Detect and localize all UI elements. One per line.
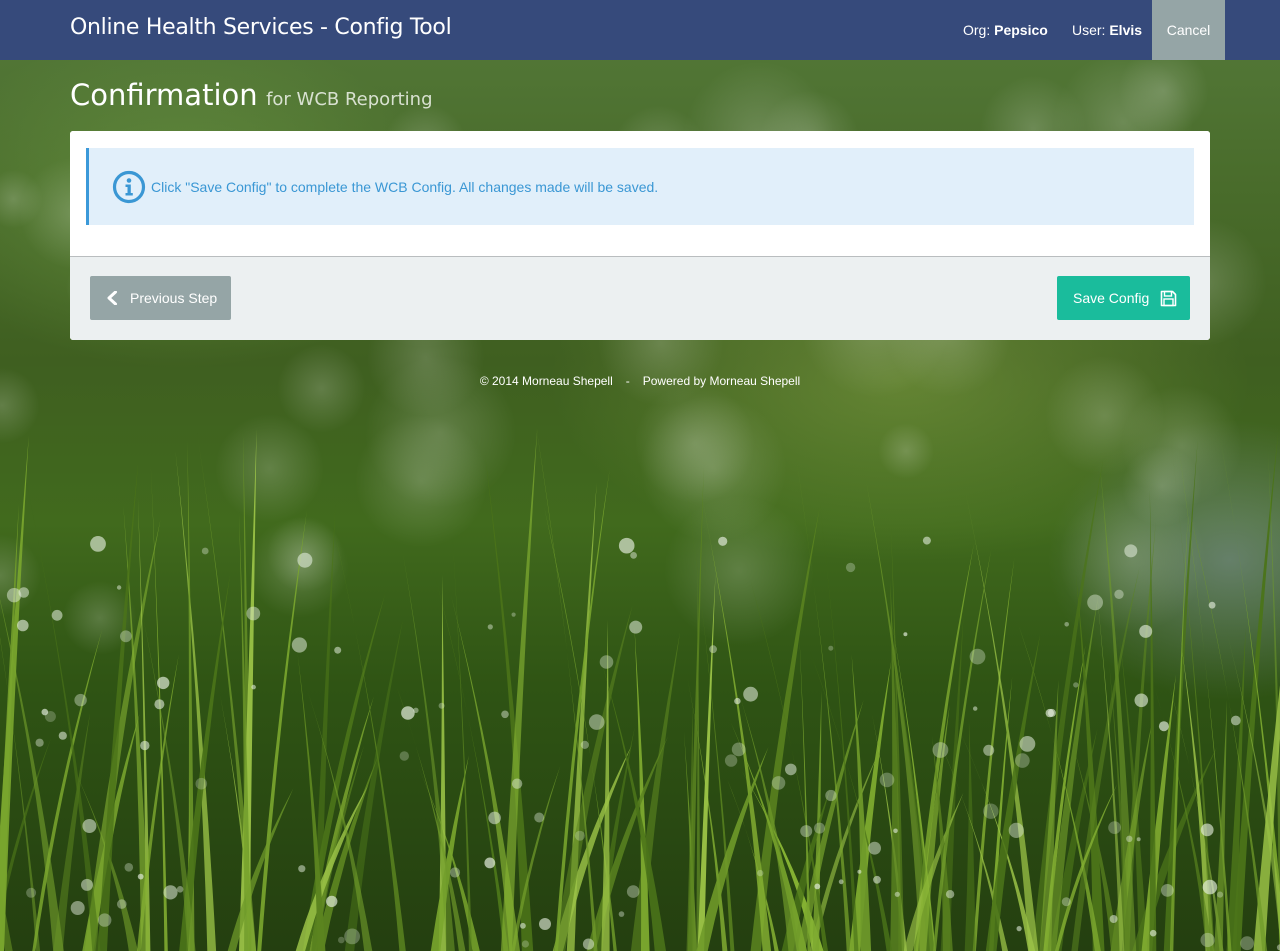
footer-separator: - [625, 374, 630, 388]
previous-step-label: Previous Step [130, 290, 218, 306]
previous-step-button[interactable]: Previous Step [90, 276, 231, 320]
user-label: User: [1072, 22, 1106, 38]
user-indicator: User: Elvis [1072, 22, 1142, 38]
page-footer: © 2014 Morneau Shepell - Powered by Mornea… [0, 374, 1280, 388]
info-alert: Click "Save Config" to complete the WCB … [86, 148, 1194, 225]
floppy-disk-icon [1160, 290, 1177, 306]
info-circle-icon [112, 170, 146, 203]
confirmation-panel: Click "Save Config" to complete the WCB … [70, 131, 1210, 340]
org-value: Pepsico [994, 22, 1048, 38]
top-navbar: Online Health Services - Config Tool Org… [0, 0, 1280, 60]
powered-by-text: Powered by Morneau Shepell [642, 374, 801, 388]
page-subtitle: for WCB Reporting [266, 89, 433, 110]
save-config-label: Save Config [1073, 290, 1150, 306]
save-config-button[interactable]: Save Config [1057, 276, 1190, 320]
user-value: Elvis [1109, 22, 1143, 38]
org-label: Org: [963, 22, 991, 38]
copyright-text: © 2014 Morneau Shepell [479, 374, 613, 388]
app-title: Online Health Services - Config Tool [70, 15, 452, 40]
panel-footer: Previous Step Save Config [70, 257, 1210, 340]
chevron-left-icon [107, 291, 117, 305]
alert-message: Click "Save Config" to complete the WCB … [151, 178, 659, 195]
panel-body: Click "Save Config" to complete the WCB … [70, 131, 1210, 257]
cancel-button[interactable]: Cancel [1152, 0, 1225, 60]
org-indicator: Org: Pepsico [963, 22, 1048, 38]
page-title: Confirmation [70, 78, 258, 112]
page-header: Confirmation for WCB Reporting [70, 78, 433, 112]
